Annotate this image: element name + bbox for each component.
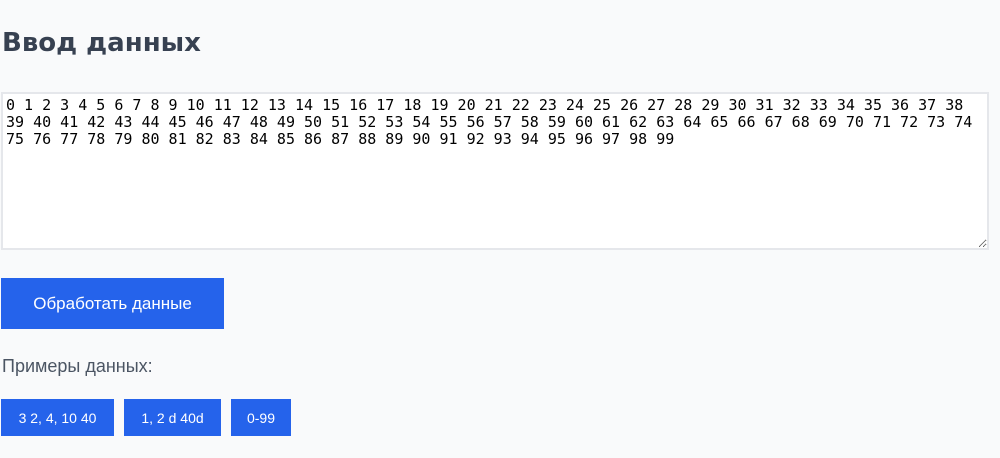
process-data-button[interactable]: Обработать данные	[1, 278, 224, 329]
example-button-2[interactable]: 1, 2 d 40d	[124, 399, 221, 436]
example-button-1[interactable]: 3 2, 4, 10 40	[1, 399, 114, 436]
page-title: Ввод данных	[2, 28, 201, 58]
example-button-3[interactable]: 0-99	[231, 399, 291, 436]
examples-label: Примеры данных:	[2, 356, 153, 376]
data-input[interactable]	[1, 92, 989, 250]
